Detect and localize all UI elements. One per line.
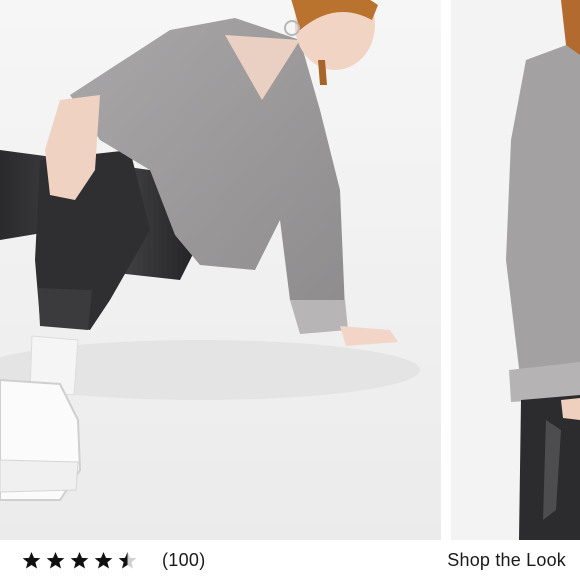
product-photo-model-standing xyxy=(451,0,580,540)
review-count[interactable]: (100) xyxy=(162,550,206,571)
star-icon xyxy=(46,551,65,568)
product-image-next[interactable] xyxy=(451,0,580,540)
star-icon xyxy=(22,551,41,568)
star-icon xyxy=(118,551,137,568)
carousel-gap xyxy=(441,0,451,540)
star-rating xyxy=(22,551,142,570)
star-icon xyxy=(94,551,113,568)
product-photo-model-seated xyxy=(0,0,441,540)
product-summary-bar: (100) Shop the Look xyxy=(0,540,580,580)
rating-summary[interactable]: (100) xyxy=(22,550,206,571)
product-image-carousel[interactable] xyxy=(0,0,580,540)
shop-the-look-link[interactable]: Shop the Look xyxy=(447,550,566,571)
product-image-main[interactable] xyxy=(0,0,441,540)
star-icon xyxy=(70,551,89,568)
